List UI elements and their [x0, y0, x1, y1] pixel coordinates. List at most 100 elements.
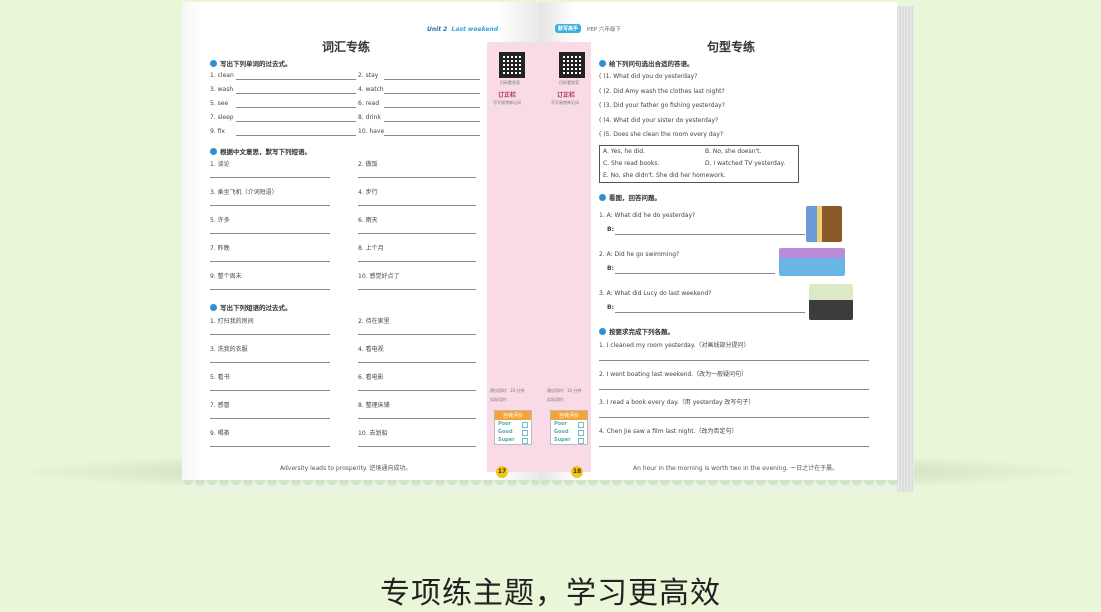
open-workbook: Unit 2 Last weekend 词汇专练 扫码看答案 订正栏 写写易错单… — [182, 2, 914, 494]
reading-picture — [806, 206, 842, 242]
qr-caption: 扫码看答案 — [559, 80, 579, 85]
answer-line[interactable] — [615, 312, 805, 313]
answer-line[interactable] — [358, 390, 476, 391]
option-c: C. She read books. — [603, 160, 660, 167]
rating-poor[interactable]: Poor — [551, 420, 587, 428]
answer-b-label: B: — [607, 226, 614, 233]
word-item: 4. watch — [358, 86, 384, 93]
answer-line[interactable] — [210, 362, 330, 363]
rating-good[interactable]: Good — [551, 428, 587, 436]
phrase-item: 6. 看电影 — [358, 374, 384, 381]
page-bottom-wave — [182, 480, 539, 494]
answer-line[interactable] — [210, 334, 330, 335]
answer-line[interactable] — [358, 289, 476, 290]
word-item: 10. have — [358, 128, 385, 135]
answer-line[interactable] — [615, 234, 805, 235]
choice-question: ( )4. What did your sister do yesterday? — [599, 116, 719, 124]
swimming-picture — [779, 248, 845, 276]
word-item: 7. sleep — [210, 114, 234, 121]
answer-line[interactable] — [210, 177, 330, 178]
answer-line[interactable] — [358, 418, 476, 419]
rating-poor[interactable]: Poor — [495, 420, 531, 428]
correction-note: 写写易错单记词 — [551, 100, 579, 105]
phrase-item: 1. 谈论 — [210, 161, 230, 168]
rewrite-task: 2. I went boating last weekend.（改为一般疑问句） — [599, 370, 748, 378]
phrase-item: 2. 做饭 — [358, 161, 378, 168]
answer-line[interactable] — [358, 177, 476, 178]
answer-line[interactable] — [384, 79, 480, 80]
phrase-item: 6. 雨天 — [358, 217, 378, 224]
answer-line[interactable] — [358, 362, 476, 363]
answer-line[interactable] — [210, 233, 330, 234]
suggested-time: 建议用时：10 分钟 — [490, 388, 525, 393]
phrase-item: 10. 去划船 — [358, 430, 388, 437]
qr-caption: 扫码看答案 — [500, 80, 520, 85]
answer-line[interactable] — [210, 446, 330, 447]
word-item: 2. stay — [358, 72, 379, 79]
caption-text: 专项练主题，学习更高效 — [380, 576, 721, 611]
phrase-item: 5. 看书 — [210, 374, 230, 381]
answer-line[interactable] — [599, 417, 869, 418]
answer-line[interactable] — [210, 418, 330, 419]
phrase-item: 8. 上个月 — [358, 245, 384, 252]
section-1-heading: 写出下列单词的过去式。 — [210, 58, 292, 68]
phrase-item: 5. 许多 — [210, 217, 230, 224]
page-title: 词汇专练 — [322, 40, 371, 54]
word-item: 9. fix — [210, 128, 225, 135]
answer-line[interactable] — [384, 121, 480, 122]
option-b: B. No, she doesn't. — [705, 148, 762, 155]
word-item: 5. see — [210, 100, 229, 107]
answer-line[interactable] — [236, 107, 356, 108]
answer-line[interactable] — [358, 205, 476, 206]
brand-badge: 默写高手 — [555, 24, 582, 33]
rewrite-task: 1. I cleaned my room yesterday.（对画线部分提问） — [599, 342, 750, 349]
answer-line[interactable] — [599, 445, 869, 447]
qr-code[interactable] — [499, 52, 525, 78]
rating-super[interactable]: Super — [495, 436, 531, 444]
answer-options-box: A. Yes, he did. B. No, she doesn't. C. S… — [599, 145, 799, 183]
answer-line[interactable] — [210, 205, 330, 206]
answer-b-label: B: — [607, 304, 614, 311]
word-item: 3. wash — [210, 86, 234, 93]
phrase-item: 4. 看电视 — [358, 346, 384, 353]
answer-line[interactable] — [384, 93, 480, 94]
answer-line[interactable] — [236, 135, 356, 136]
answer-line[interactable] — [358, 233, 476, 234]
self-rating-box: 自我评价 Poor Good Super — [550, 410, 588, 445]
answer-line[interactable] — [210, 261, 330, 262]
answer-line[interactable] — [358, 261, 476, 262]
qr-code[interactable] — [559, 52, 585, 78]
series-label: PEP 六年级下 — [587, 27, 621, 33]
answer-line[interactable] — [384, 107, 480, 108]
answer-line[interactable] — [236, 93, 356, 94]
rating-super[interactable]: Super — [551, 436, 587, 444]
section-3-heading: 写出下列短语的过去式。 — [210, 302, 292, 312]
answer-b-label: B: — [607, 265, 614, 272]
answer-line[interactable] — [210, 390, 330, 391]
answer-line[interactable] — [210, 289, 330, 290]
answer-line[interactable] — [599, 360, 869, 361]
answer-line[interactable] — [236, 121, 356, 122]
answer-line[interactable] — [358, 446, 476, 447]
option-a: A. Yes, he did. — [603, 148, 645, 155]
phrase-item: 10. 感觉好点了 — [358, 273, 400, 280]
option-d: D. I watched TV yesterday. — [705, 160, 786, 167]
actual-time: 实际用时： — [490, 397, 510, 402]
correction-badge: 订正栏 — [498, 92, 517, 99]
rating-good[interactable]: Good — [495, 428, 531, 436]
answer-line[interactable] — [599, 388, 869, 390]
rating-title: 自我评价 — [495, 411, 531, 420]
sidebar-column — [487, 42, 539, 472]
answer-line[interactable] — [236, 79, 356, 80]
word-item: 1. clean — [210, 72, 234, 79]
page-footer-quote: An hour in the morning is worth two in t… — [633, 465, 839, 472]
actual-time: 实际用时： — [547, 397, 567, 402]
phrase-item: 4. 步行 — [358, 189, 378, 196]
phrase-item: 1. 打扫我的房间 — [210, 318, 254, 325]
picture-question: 2. A: Did he go swimming? — [599, 251, 680, 258]
answer-line[interactable] — [615, 273, 775, 274]
answer-line[interactable] — [384, 135, 480, 136]
choice-question: ( )2. Did Amy wash the clothes last nigh… — [599, 87, 725, 95]
answer-line[interactable] — [358, 334, 476, 335]
suggested-time: 建议用时：10 分钟 — [547, 388, 582, 393]
